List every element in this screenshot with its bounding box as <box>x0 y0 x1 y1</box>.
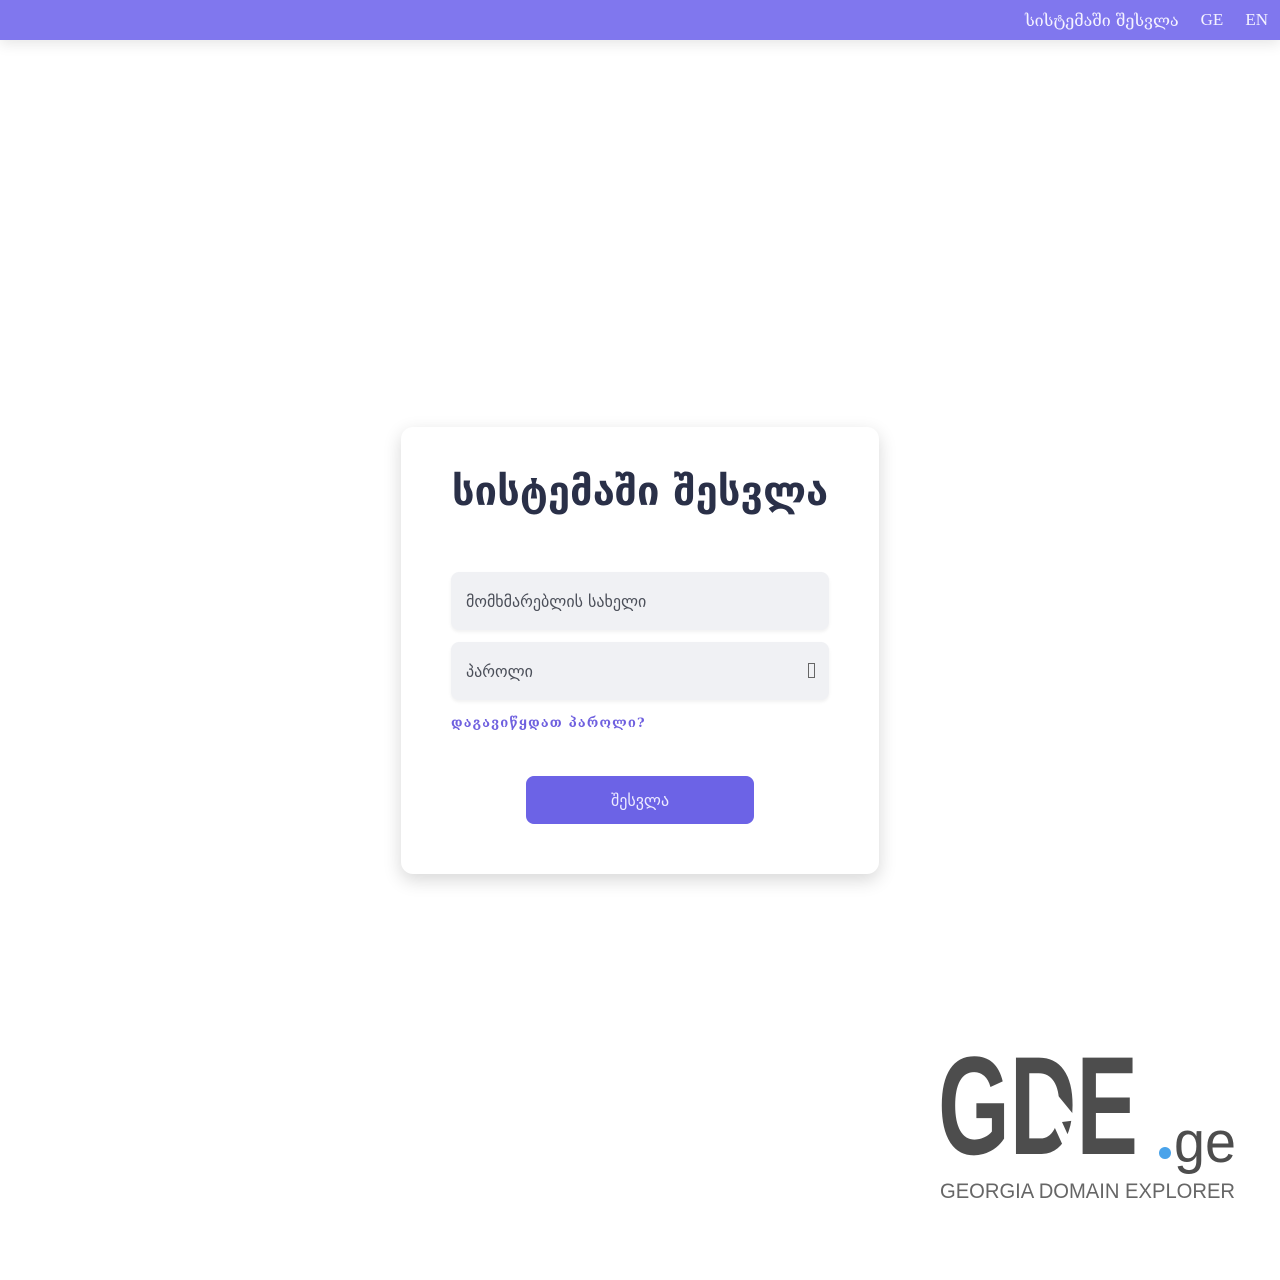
top-navbar: სისტემაში შესვლა GE EN <box>0 0 1280 40</box>
password-field <box>451 642 829 700</box>
logo-tagline: GEORGIA DOMAIN EXPLORER <box>940 1180 1235 1203</box>
logo-main-text: GDE <box>938 1036 1138 1184</box>
password-input[interactable] <box>464 660 788 682</box>
login-card: სისტემაში შესვლა დაგავიწყდათ პაროლი? შეს… <box>401 427 879 874</box>
forgot-password-link[interactable]: დაგავიწყდათ პაროლი? <box>451 716 646 731</box>
username-field <box>451 572 829 630</box>
logo-domain-text: ge <box>1174 1110 1236 1175</box>
username-input[interactable] <box>464 590 788 612</box>
lang-en-link[interactable]: EN <box>1245 10 1268 30</box>
lang-ge-link[interactable]: GE <box>1201 10 1224 30</box>
gde-logo: GDE ge GEORGIA DOMAIN EXPLORER <box>938 1036 1236 1203</box>
login-button[interactable]: შესვლა <box>526 776 754 824</box>
show-password-icon[interactable] <box>808 663 815 678</box>
login-title: სისტემაში შესვლა <box>451 469 829 515</box>
logo-dot <box>1159 1147 1171 1159</box>
nav-login-link[interactable]: სისტემაში შესვლა <box>1025 11 1179 30</box>
